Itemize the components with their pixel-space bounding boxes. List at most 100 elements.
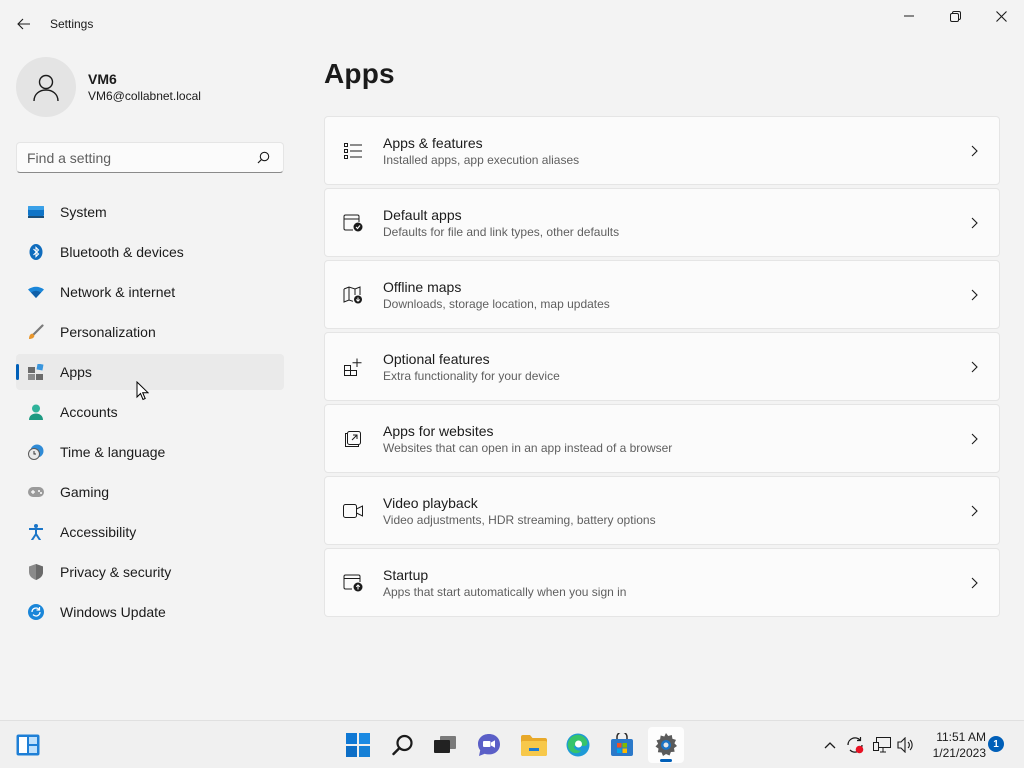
chat-button[interactable] [471,727,507,763]
search-icon[interactable] [251,151,275,164]
notification-badge[interactable]: 1 [988,736,1004,752]
store-button[interactable] [604,727,640,763]
profile-email: VM6@collabnet.local [88,89,201,103]
sidebar-item-label: Windows Update [60,604,166,620]
app-title: Settings [50,17,94,31]
sidebar-item-label: Accounts [60,404,118,420]
card-offline-maps[interactable]: Offline maps Downloads, storage location… [324,260,1000,329]
edge-browser-icon [566,733,590,757]
task-view-button[interactable] [427,727,463,763]
close-icon [995,10,1007,22]
chevron-right-icon [969,503,979,519]
sidebar-item-bluetooth[interactable]: Bluetooth & devices [16,234,284,270]
sidebar-item-network[interactable]: Network & internet [16,274,284,310]
video-icon [343,501,363,521]
sidebar-item-label: Personalization [60,324,156,340]
widgets-button[interactable] [10,727,46,763]
sidebar-item-gaming[interactable]: Gaming [16,474,284,510]
card-title: Apps & features [383,134,483,151]
brush-icon [28,324,44,340]
card-subtitle: Extra functionality for your device [383,368,560,383]
sidebar-nav: System Bluetooth & devices Network & int… [16,194,284,634]
card-title: Startup [383,566,429,583]
card-subtitle: Video adjustments, HDR streaming, batter… [383,512,656,527]
taskbar-search-icon [392,734,413,756]
profile-name: VM6 [88,71,117,87]
settings-app-button[interactable] [648,727,684,763]
map-icon [343,285,363,305]
sidebar-item-time-language[interactable]: Time & language [16,434,284,470]
widgets-icon [16,734,40,756]
volume-tray[interactable] [896,735,916,755]
sidebar-item-label: Accessibility [60,524,137,540]
gear-icon [655,733,677,756]
sidebar-item-accounts[interactable]: Accounts [16,394,284,430]
card-apps-for-websites[interactable]: Apps for websites Websites that can open… [324,404,1000,473]
sidebar-item-system[interactable]: System [16,194,284,230]
chevron-right-icon [969,575,979,591]
accessibility-icon [28,524,44,540]
sidebar-item-accessibility[interactable]: Accessibility [16,514,284,550]
sidebar-item-label: Network & internet [60,284,176,300]
sidebar-item-personalization[interactable]: Personalization [16,314,284,350]
windows-logo-icon [346,733,370,757]
edge-button[interactable] [560,727,596,763]
card-subtitle: Installed apps, app execution aliases [383,152,580,167]
chevron-right-icon [969,359,979,375]
card-subtitle: Defaults for file and link types, other … [383,224,620,239]
card-optional-features[interactable]: Optional features Extra functionality fo… [324,332,1000,401]
chevron-right-icon [969,287,979,303]
person-avatar-icon [33,74,59,102]
chevron-right-icon [969,215,979,231]
restore-button[interactable] [932,0,978,32]
chevron-right-icon [969,143,979,159]
update-icon [28,604,44,620]
card-title: Default apps [383,206,462,223]
start-button[interactable] [340,727,376,763]
back-button[interactable] [10,10,38,38]
user-profile[interactable]: VM6 VM6@collabnet.local [16,57,201,117]
search-box[interactable] [16,142,284,173]
sidebar-item-privacy-security[interactable]: Privacy & security [16,554,284,590]
title-bar: Settings [0,0,1024,48]
minimize-icon [904,15,914,17]
close-button[interactable] [978,0,1024,32]
gamepad-icon [28,484,44,500]
search-input[interactable] [17,149,251,166]
startup-icon [343,573,363,593]
restore-icon [949,10,961,22]
card-title: Optional features [383,350,490,367]
card-apps-features[interactable]: Apps & features Installed apps, app exec… [324,116,1000,185]
page-title: Apps [324,58,395,89]
clock-time: 11:51 AM [936,730,986,744]
settings-card-list: Apps & features Installed apps, app exec… [324,116,1000,620]
sync-alert-icon [847,737,864,754]
ethernet-icon [873,737,891,753]
card-title: Video playback [383,494,478,511]
minimize-button[interactable] [886,0,932,32]
sidebar-item-label: Privacy & security [60,564,172,580]
search-button[interactable] [385,727,421,763]
avatar [16,57,76,117]
card-subtitle: Apps that start automatically when you s… [383,584,627,599]
file-explorer-button[interactable] [516,727,552,763]
sidebar-item-label: Time & language [60,444,166,460]
taskbar: 11:51 AM 1/21/2023 [0,720,1024,768]
card-startup[interactable]: Startup Apps that start automatically wh… [324,548,1000,617]
clock[interactable]: 11:51 AM 1/21/2023 [920,729,986,761]
card-title: Offline maps [383,278,462,295]
show-hidden-icons-button[interactable] [820,735,840,755]
store-icon [611,733,633,756]
network-tray[interactable] [872,735,892,755]
system-icon [28,204,44,220]
sidebar-item-windows-update[interactable]: Windows Update [16,594,284,630]
shield-icon [28,564,44,580]
card-video-playback[interactable]: Video playback Video adjustments, HDR st… [324,476,1000,545]
update-status-tray[interactable] [845,735,865,755]
card-subtitle: Websites that can open in an app instead… [383,440,673,455]
card-default-apps[interactable]: Default apps Defaults for file and link … [324,188,1000,257]
sidebar-item-apps[interactable]: Apps [16,354,284,390]
open-in-app-icon [343,429,363,449]
sidebar-item-label: System [60,204,107,220]
add-grid-icon [343,357,363,377]
